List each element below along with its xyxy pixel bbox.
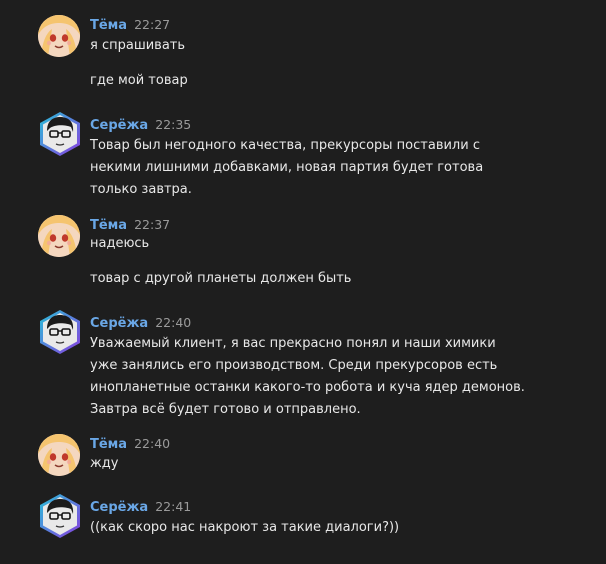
glasses-guy-hex-avatar-icon[interactable] [38,309,82,355]
glasses-guy-hex-avatar-icon[interactable] [38,111,82,157]
message-header: Серёжа 22:40 [90,313,191,331]
message-text: Уважаемый клиент, я вас прекрасно понял … [90,336,496,351]
message-header: Серёжа 22:41 [90,497,191,515]
message-text: некими лишними добавками, новая партия б… [90,160,484,175]
author-name[interactable]: Серёжа [90,118,148,133]
timestamp: 22:35 [155,117,192,132]
timestamp: 22:27 [134,17,171,32]
message-text: инопланетные останки какого-то робота и … [90,380,525,395]
author-name[interactable]: Тёма [90,437,127,452]
timestamp: 22:40 [134,436,171,451]
glasses-guy-hex-avatar-icon[interactable] [38,493,82,539]
timestamp: 22:41 [155,499,192,514]
message-text: товар с другой планеты должен быть [90,271,352,286]
message-header: Тёма 22:27 [90,15,170,33]
message-text: уже занялись его производством. Среди пр… [90,358,498,373]
author-name[interactable]: Тёма [90,18,127,33]
anime-girl-avatar-icon[interactable] [38,434,80,476]
message-text: Завтра всё будет готово и отправлено. [90,402,361,417]
author-name[interactable]: Серёжа [90,316,148,331]
timestamp: 22:40 [155,315,192,330]
author-name[interactable]: Тёма [90,218,127,233]
message-text: где мой товар [90,73,188,88]
message-text: жду [90,456,119,471]
message-text: я спрашивать [90,38,186,53]
message-header: Тёма 22:37 [90,215,170,233]
timestamp: 22:37 [134,217,171,232]
message-header: Тёма 22:40 [90,434,170,452]
message-text: надеюсь [90,236,150,251]
anime-girl-avatar-icon[interactable] [38,215,80,257]
anime-girl-avatar-icon[interactable] [38,15,80,57]
chat-log: Тёма 22:27 я спрашивать где мой товар Се… [0,0,606,564]
message-text: только завтра. [90,182,192,197]
author-name[interactable]: Серёжа [90,500,148,515]
message-header: Серёжа 22:35 [90,115,191,133]
message-text: Товар был негодного качества, прекурсоры… [90,138,480,153]
message-text: ((как скоро нас накроют за такие диалоги… [90,520,400,535]
